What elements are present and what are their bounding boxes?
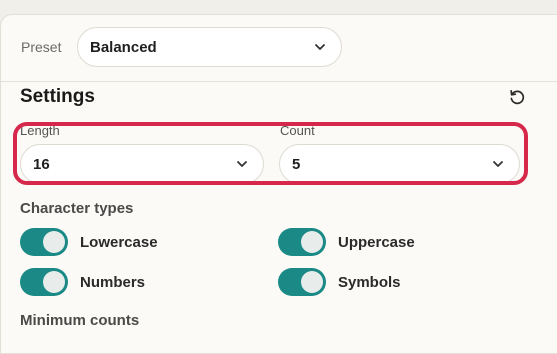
toggle-switch[interactable] [278, 228, 326, 256]
character-types-heading: Character types [20, 200, 134, 217]
toggle-switch[interactable] [20, 268, 68, 296]
highlight-box [13, 122, 528, 185]
toggle-label: Symbols [338, 273, 401, 291]
minimum-counts-heading: Minimum counts [20, 312, 140, 329]
toggle-switch[interactable] [20, 228, 68, 256]
toggle-knob [43, 271, 65, 293]
toggle-uppercase[interactable]: Uppercase [278, 228, 415, 256]
preset-bar: Preset Balanced [1, 15, 557, 82]
toggle-knob [301, 231, 323, 253]
preset-value: Balanced [90, 38, 157, 56]
toggle-label: Lowercase [80, 233, 158, 251]
toggle-label: Numbers [80, 273, 146, 291]
reset-icon[interactable] [508, 88, 526, 106]
toggle-lowercase[interactable]: Lowercase [20, 228, 158, 256]
toggle-switch[interactable] [278, 268, 326, 296]
preset-select[interactable]: Balanced [77, 27, 342, 67]
chevron-down-icon [313, 40, 327, 54]
settings-title: Settings [20, 86, 95, 107]
toggle-label: Uppercase [338, 233, 415, 251]
toggle-knob [301, 271, 323, 293]
toggle-numbers[interactable]: Numbers [20, 268, 145, 296]
toggle-knob [43, 231, 65, 253]
toggle-symbols[interactable]: Symbols [278, 268, 401, 296]
preset-label: Preset [21, 39, 62, 55]
